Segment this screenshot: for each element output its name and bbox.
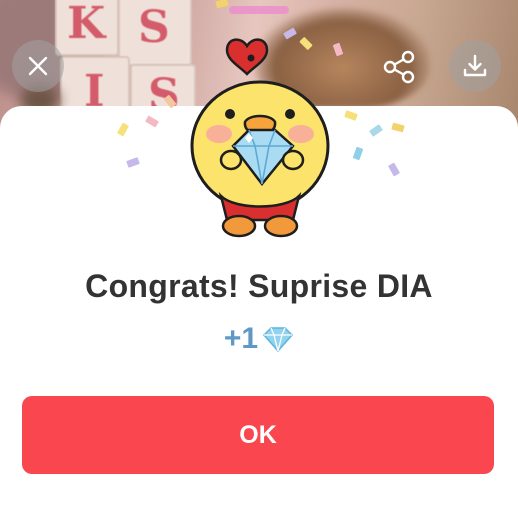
reward-count: +1 xyxy=(223,322,259,355)
download-icon xyxy=(463,54,487,77)
download-button[interactable] xyxy=(449,40,501,92)
duck-mascot-illustration xyxy=(190,38,330,238)
close-button[interactable] xyxy=(12,40,64,92)
dialog-title: Congrats! Suprise DIA xyxy=(85,268,433,304)
share-button[interactable] xyxy=(381,49,417,85)
status-indicator xyxy=(229,6,289,14)
share-icon xyxy=(383,50,415,84)
ok-button[interactable]: OK xyxy=(22,396,494,474)
toy-block: K xyxy=(55,0,119,56)
reward-amount: +1 xyxy=(0,322,518,356)
block-letter: S xyxy=(138,2,170,53)
block-letter: K xyxy=(67,0,106,49)
close-icon xyxy=(28,56,48,76)
diamond-icon xyxy=(263,327,294,353)
